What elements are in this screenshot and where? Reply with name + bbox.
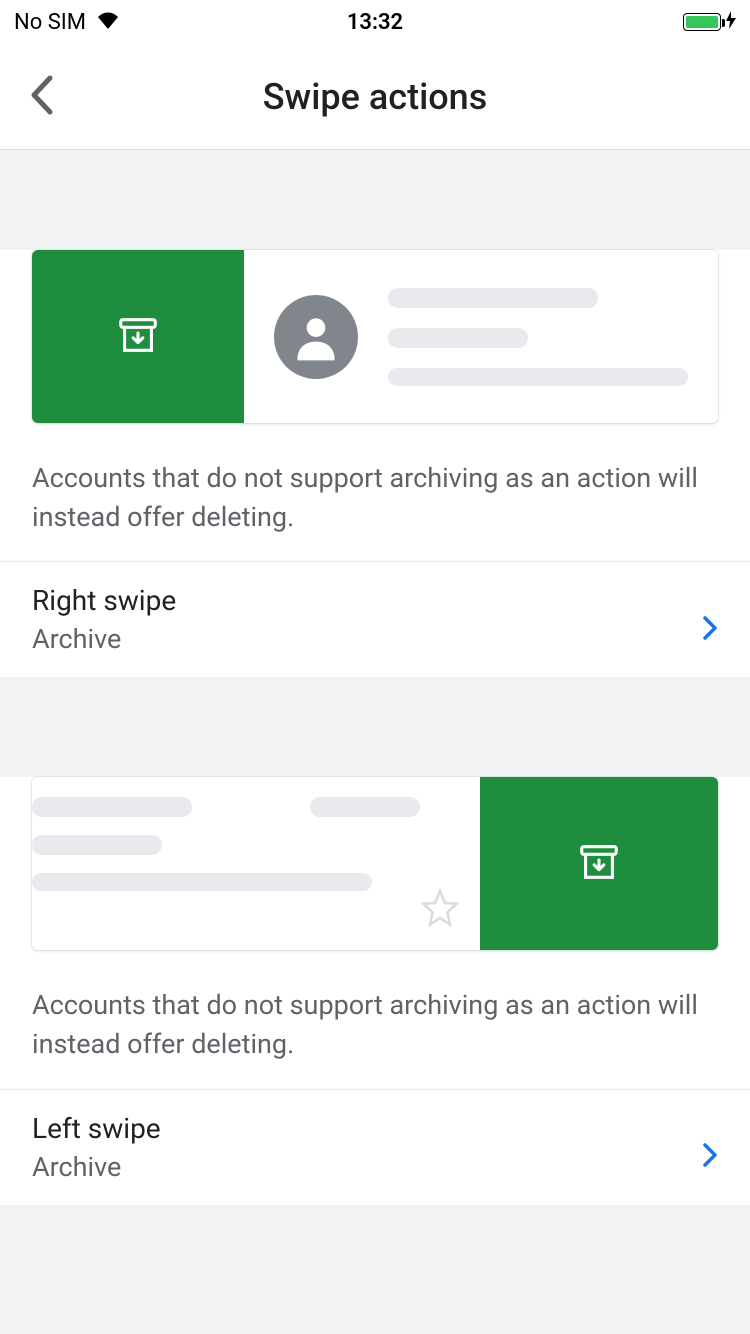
page-title: Swipe actions bbox=[0, 76, 750, 118]
right-swipe-preview bbox=[32, 250, 718, 423]
battery-icon bbox=[683, 13, 721, 31]
right-swipe-section: Accounts that do not support archiving a… bbox=[0, 250, 750, 677]
setting-title: Left swipe bbox=[32, 1112, 161, 1145]
setting-value: Archive bbox=[32, 623, 176, 655]
setting-value: Archive bbox=[32, 1151, 161, 1183]
placeholder-line bbox=[388, 288, 598, 308]
left-swipe-preview bbox=[32, 777, 718, 950]
star-icon bbox=[420, 888, 460, 932]
left-swipe-description: Accounts that do not support archiving a… bbox=[0, 966, 750, 1089]
left-swipe-section: Accounts that do not support archiving a… bbox=[0, 777, 750, 1204]
back-button[interactable] bbox=[28, 74, 54, 120]
wifi-icon bbox=[96, 10, 120, 35]
archive-icon bbox=[576, 839, 622, 889]
spacer bbox=[0, 677, 750, 753]
swipe-action-right bbox=[32, 250, 244, 423]
placeholder-line bbox=[310, 797, 420, 817]
placeholder-line bbox=[32, 797, 192, 817]
swipe-action-left bbox=[480, 777, 718, 950]
email-preview bbox=[32, 777, 480, 950]
status-bar: No SIM 13:32 bbox=[0, 0, 750, 44]
spacer bbox=[0, 150, 750, 226]
placeholder-line bbox=[388, 328, 528, 348]
placeholder-line bbox=[32, 835, 162, 855]
setting-title: Right swipe bbox=[32, 584, 176, 617]
chevron-right-icon bbox=[702, 1142, 718, 1172]
nav-header: Swipe actions bbox=[0, 44, 750, 150]
avatar bbox=[274, 295, 358, 379]
right-swipe-description: Accounts that do not support archiving a… bbox=[0, 439, 750, 562]
placeholder-line bbox=[32, 873, 372, 891]
archive-icon bbox=[115, 312, 161, 362]
carrier-label: No SIM bbox=[14, 10, 86, 35]
placeholder-line bbox=[388, 368, 688, 386]
left-swipe-setting[interactable]: Left swipe Archive bbox=[0, 1090, 750, 1205]
charging-icon bbox=[726, 10, 736, 35]
clock: 13:32 bbox=[347, 10, 403, 35]
chevron-right-icon bbox=[702, 615, 718, 645]
placeholder-lines bbox=[388, 288, 688, 386]
right-swipe-setting[interactable]: Right swipe Archive bbox=[0, 562, 750, 677]
email-preview bbox=[244, 250, 718, 423]
